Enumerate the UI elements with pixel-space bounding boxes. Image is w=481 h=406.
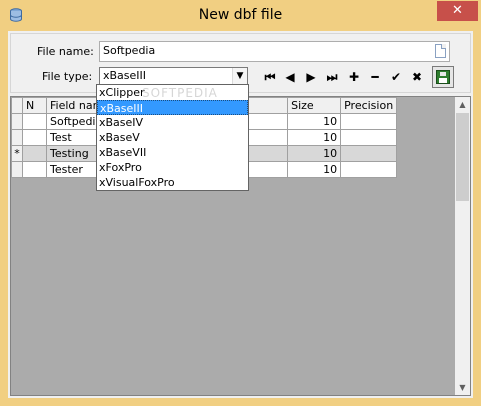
row-indicator bbox=[11, 129, 23, 146]
cell-n[interactable] bbox=[22, 129, 47, 146]
file-name-input[interactable]: Softpedia bbox=[99, 41, 450, 62]
cell-precision[interactable] bbox=[340, 145, 398, 162]
cell-size[interactable]: 10 bbox=[287, 161, 342, 178]
row-indicator: * bbox=[11, 145, 23, 162]
file-type-label: File type: bbox=[42, 70, 93, 83]
last-record-icon[interactable]: ⏭ bbox=[321, 66, 343, 88]
dropdown-option-xfoxpro[interactable]: xFoxPro bbox=[97, 160, 248, 175]
prev-record-icon[interactable]: ◀ bbox=[279, 66, 301, 88]
close-button[interactable]: ✕ bbox=[437, 1, 478, 21]
cell-precision[interactable] bbox=[340, 161, 398, 178]
dropdown-option-xbasevii[interactable]: xBaseVII bbox=[97, 145, 248, 160]
browse-file-icon[interactable] bbox=[435, 44, 446, 58]
first-record-icon[interactable]: ⏮ bbox=[259, 66, 281, 88]
save-button[interactable] bbox=[432, 66, 454, 88]
dropdown-option-xbaseiv[interactable]: xBaseIV bbox=[97, 115, 248, 130]
column-header-size[interactable]: Size bbox=[287, 97, 342, 114]
window-title: New dbf file bbox=[198, 7, 283, 23]
cell-size[interactable]: 10 bbox=[287, 129, 342, 146]
confirm-icon[interactable]: ✔ bbox=[385, 66, 407, 88]
vertical-scrollbar[interactable]: ▲ ▼ bbox=[455, 97, 470, 395]
add-record-icon[interactable]: ✚ bbox=[343, 66, 365, 88]
floppy-disk-icon bbox=[436, 70, 450, 84]
file-type-value: xBaseIII bbox=[103, 69, 147, 82]
cell-n[interactable] bbox=[22, 161, 47, 178]
column-header-indicator bbox=[11, 97, 23, 114]
dropdown-option-xbasev[interactable]: xBaseV bbox=[97, 130, 248, 145]
file-type-dropdown-list[interactable]: xClipper xBaseIII xBaseIV xBaseV xBaseVI… bbox=[96, 84, 249, 191]
scrollbar-thumb[interactable] bbox=[456, 113, 469, 201]
cancel-icon[interactable]: ✖ bbox=[406, 66, 428, 88]
delete-record-icon[interactable]: ━ bbox=[364, 66, 386, 88]
row-indicator bbox=[11, 113, 23, 130]
cell-size[interactable]: 10 bbox=[287, 113, 342, 130]
cell-precision[interactable] bbox=[340, 129, 398, 146]
title-bar: New dbf file ✕ bbox=[0, 0, 481, 31]
chevron-down-icon[interactable]: ▼ bbox=[232, 68, 247, 85]
cell-precision[interactable] bbox=[340, 113, 398, 130]
dropdown-option-xclipper[interactable]: xClipper bbox=[97, 85, 248, 100]
cell-n[interactable] bbox=[22, 113, 47, 130]
column-header-n[interactable]: N bbox=[22, 97, 47, 114]
row-indicator bbox=[11, 161, 23, 178]
cell-n[interactable] bbox=[22, 145, 47, 162]
close-icon: ✕ bbox=[452, 3, 463, 18]
next-record-icon[interactable]: ▶ bbox=[300, 66, 322, 88]
file-name-value: Softpedia bbox=[103, 44, 156, 57]
file-name-label: File name: bbox=[37, 45, 94, 58]
cell-size[interactable]: 10 bbox=[287, 145, 342, 162]
column-header-precision[interactable]: Precision bbox=[340, 97, 398, 114]
dropdown-option-xbaseiii[interactable]: xBaseIII bbox=[97, 100, 248, 115]
scroll-up-icon[interactable]: ▲ bbox=[455, 97, 470, 112]
dropdown-option-xvisualfoxpro[interactable]: xVisualFoxPro bbox=[97, 175, 248, 190]
scroll-down-icon[interactable]: ▼ bbox=[455, 380, 470, 395]
